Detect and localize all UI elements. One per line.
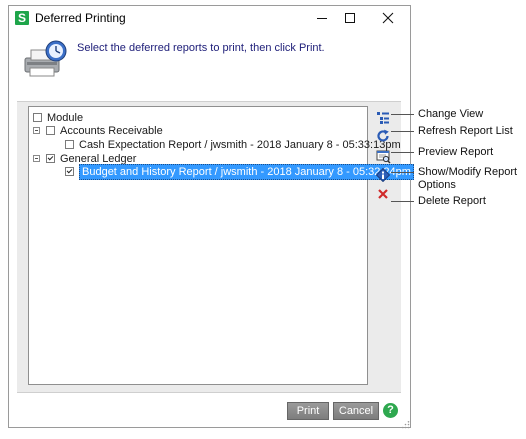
tree-group-accounts-receivable[interactable]: Accounts Receivable xyxy=(33,124,163,137)
refresh-report-list-button[interactable] xyxy=(375,128,391,144)
callout-delete-report: Delete Report xyxy=(418,195,486,207)
collapse-toggle-icon[interactable] xyxy=(33,127,40,134)
callout-change-view: Change View xyxy=(418,108,484,120)
change-view-icon xyxy=(377,112,389,124)
minimize-button[interactable] xyxy=(314,10,330,26)
callout-line xyxy=(391,172,414,173)
window-title: Deferred Printing xyxy=(35,11,126,25)
tree-root-module[interactable]: Module xyxy=(33,111,83,124)
app-logo-icon: S xyxy=(15,11,29,25)
callout-line xyxy=(391,114,414,115)
close-icon xyxy=(382,12,394,24)
collapse-toggle-icon[interactable] xyxy=(33,155,40,162)
tree-root-label: Module xyxy=(47,111,84,124)
printer-clock-icon xyxy=(24,40,67,77)
callout-show-modify-report: Show/Modify Report xyxy=(418,166,518,178)
callout-refresh-report-list: Refresh Report List xyxy=(418,125,513,137)
title-bar: S Deferred Printing xyxy=(9,6,410,30)
module-checkbox[interactable] xyxy=(33,113,42,122)
help-icon[interactable]: ? xyxy=(383,403,398,418)
callout-line xyxy=(391,131,414,132)
resize-grip-icon[interactable] xyxy=(402,421,410,429)
close-button[interactable] xyxy=(380,10,396,26)
delete-icon xyxy=(378,189,388,199)
change-view-button[interactable] xyxy=(375,110,391,126)
report-tree[interactable]: Module Accounts Receivable Cash Expectat… xyxy=(28,106,414,385)
print-button[interactable]: Print xyxy=(287,402,329,420)
refresh-icon xyxy=(377,129,389,142)
tree-report-cash-expectation[interactable]: Cash Expectation Report / jwsmith - 2018… xyxy=(65,138,401,151)
report-options-icon xyxy=(376,168,390,182)
callout-options: Options xyxy=(418,179,456,191)
general-ledger-checkbox[interactable] xyxy=(46,154,55,163)
preview-report-button[interactable] xyxy=(375,148,391,164)
tree-report-budget-history[interactable]: Budget and History Report / jwsmith - 20… xyxy=(65,163,414,180)
accounts-receivable-checkbox[interactable] xyxy=(46,126,55,135)
report-checkbox[interactable] xyxy=(65,140,74,149)
cancel-button[interactable]: Cancel xyxy=(333,402,379,420)
report-label: Cash Expectation Report / jwsmith - 2018… xyxy=(79,138,401,151)
callout-preview-report: Preview Report xyxy=(418,146,494,158)
maximize-icon xyxy=(345,13,355,23)
callout-line xyxy=(391,152,414,153)
report-label-selected: Budget and History Report / jwsmith - 20… xyxy=(79,163,414,180)
callout-line xyxy=(391,201,414,202)
show-modify-report-options-button[interactable] xyxy=(375,167,391,183)
delete-report-button[interactable] xyxy=(375,186,391,202)
deferred-printing-dialog: S Deferred Printing Select the deferred … xyxy=(8,5,414,429)
minimize-icon xyxy=(317,18,327,19)
report-checkbox[interactable] xyxy=(65,167,74,176)
maximize-button[interactable] xyxy=(342,10,358,26)
instruction-text: Select the deferred reports to print, th… xyxy=(77,42,325,54)
group-label: Accounts Receivable xyxy=(60,124,163,137)
preview-icon xyxy=(376,150,391,164)
